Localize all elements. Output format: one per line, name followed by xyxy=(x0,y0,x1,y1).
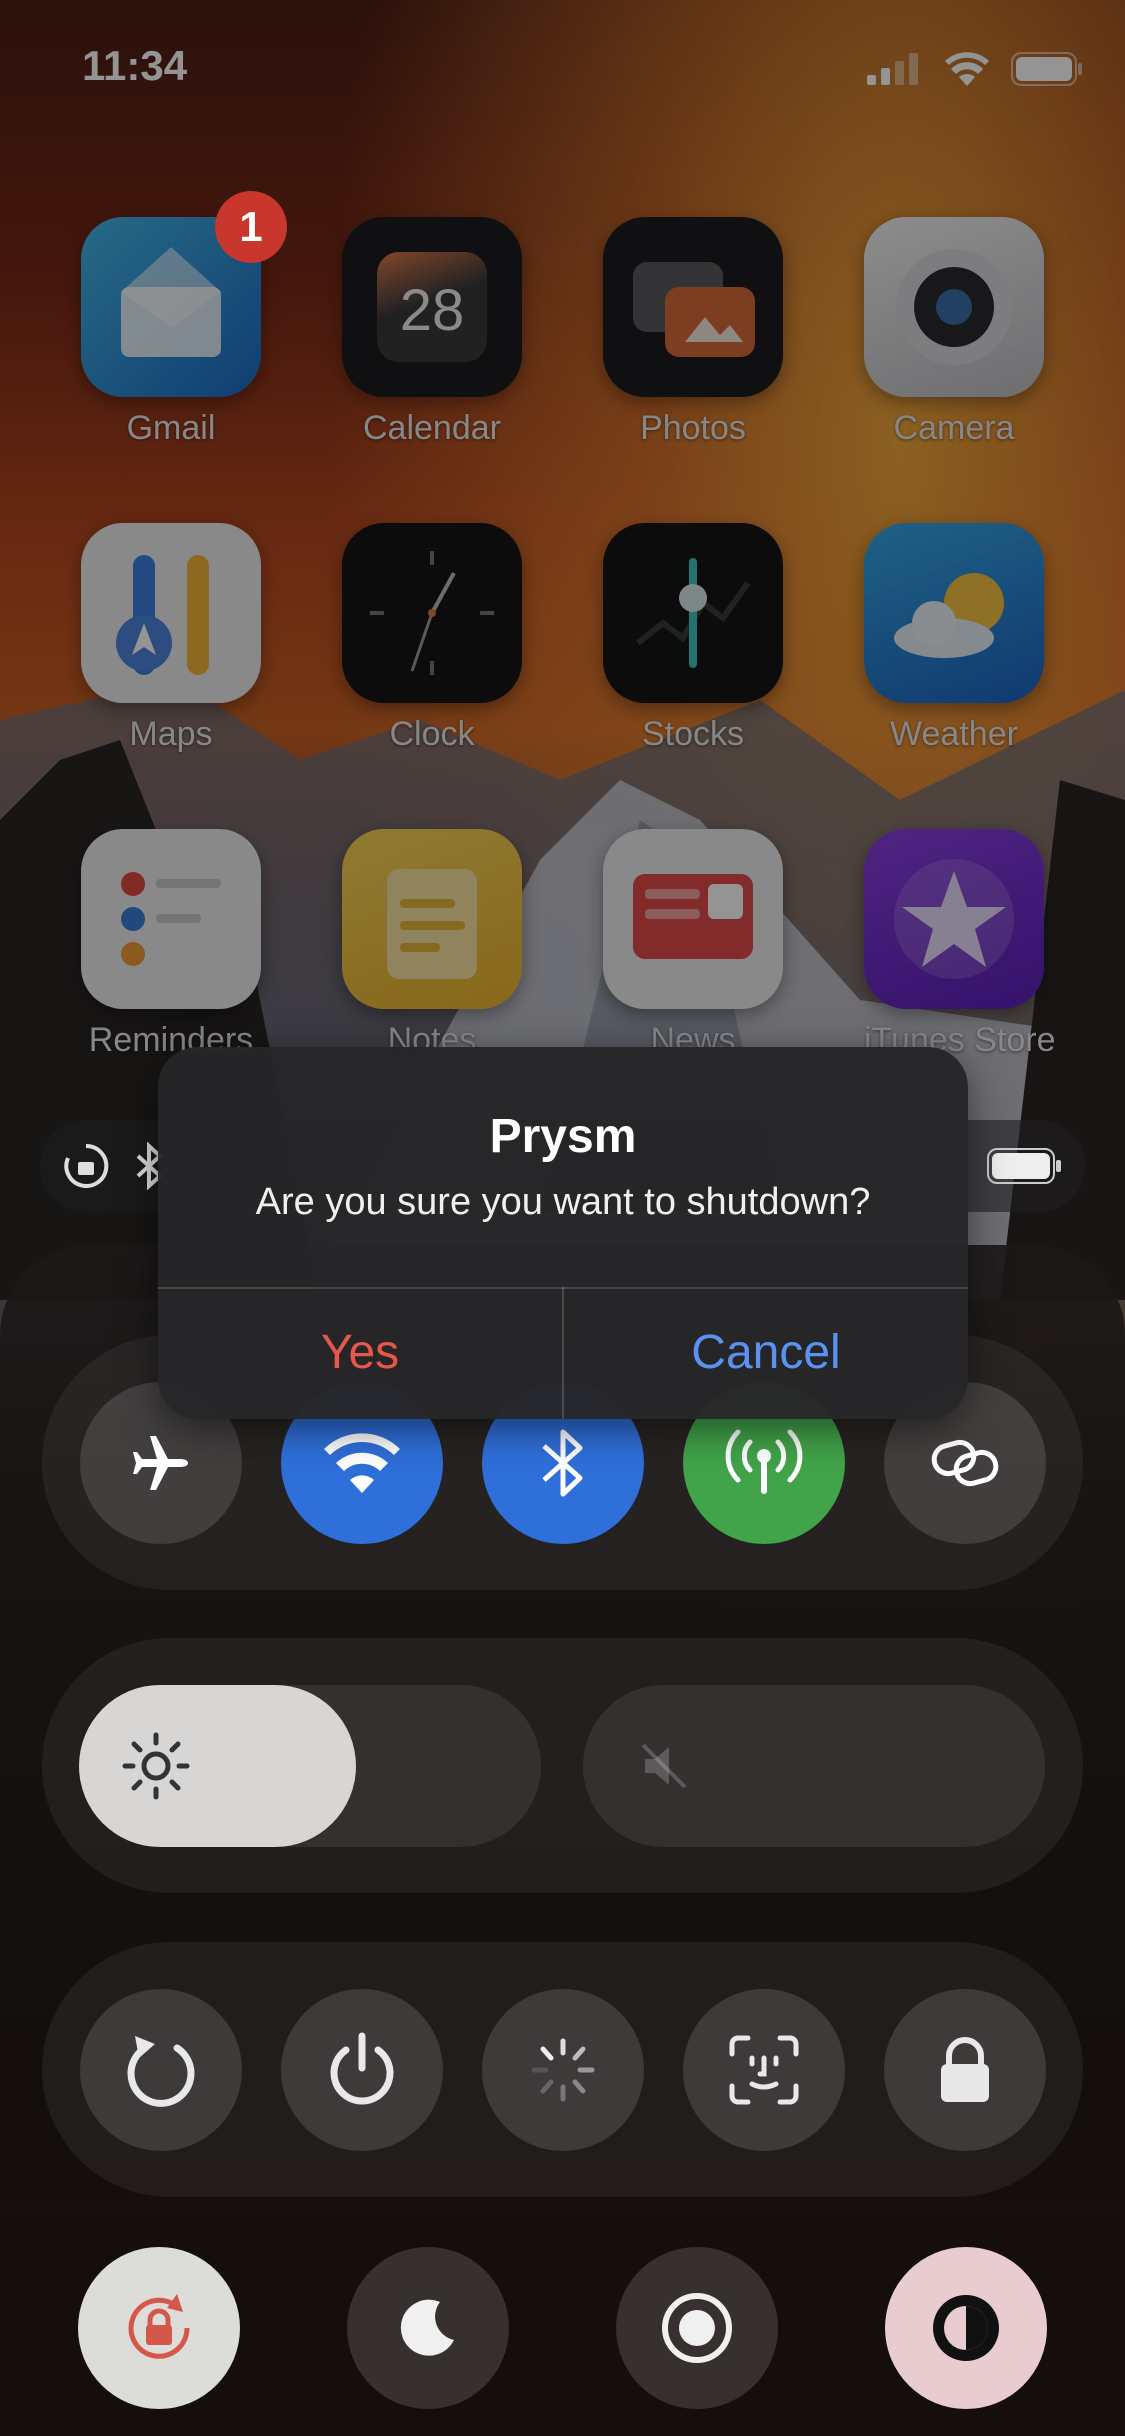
screen-record-toggle[interactable] xyxy=(616,2247,778,2409)
alert-message: Are you sure you want to shutdown? xyxy=(255,1181,871,1223)
sliders-group xyxy=(42,1638,1083,1893)
rotation-lock-icon xyxy=(128,2294,190,2359)
antenna-icon xyxy=(725,1429,803,1494)
alert-title: Prysm xyxy=(489,1110,637,1163)
restart-button[interactable] xyxy=(80,1989,242,2151)
face-id-icon xyxy=(729,2035,799,2105)
restart-icon xyxy=(127,2036,195,2107)
rotation-lock-toggle[interactable] xyxy=(78,2247,240,2409)
brightness-slider[interactable] xyxy=(79,1685,541,1847)
do-not-disturb-toggle[interactable] xyxy=(347,2247,509,2409)
power-icon xyxy=(330,2032,394,2105)
spinner-icon xyxy=(531,2038,595,2102)
cancel-button[interactable]: Cancel xyxy=(564,1287,968,1419)
orientation-lock-icon xyxy=(64,1143,109,1188)
control-center xyxy=(0,1245,1125,2436)
moon-icon xyxy=(400,2299,454,2356)
yes-button[interactable]: Yes xyxy=(158,1287,562,1419)
power-actions-group xyxy=(42,1942,1083,2197)
notification-badge: 1 xyxy=(215,191,287,263)
lock-icon xyxy=(941,2037,989,2102)
power-off-button[interactable] xyxy=(281,1989,443,2151)
shutdown-alert-dialog: Prysm Are you sure you want to shutdown?… xyxy=(158,1047,968,1419)
dark-mode-icon xyxy=(933,2295,999,2361)
bluetooth-icon xyxy=(542,1429,583,1497)
speaker-muted-icon xyxy=(641,1743,687,1789)
sun-icon xyxy=(122,1732,190,1800)
dark-mode-toggle[interactable] xyxy=(885,2247,1047,2409)
record-icon xyxy=(662,2293,732,2363)
volume-slider[interactable] xyxy=(583,1685,1045,1847)
lock-button[interactable] xyxy=(884,1989,1046,2151)
link-icon xyxy=(931,1439,999,1487)
airplane-icon xyxy=(133,1436,188,1490)
wifi-icon xyxy=(324,1433,400,1493)
respring-button[interactable] xyxy=(482,1989,644,2151)
battery-small-icon xyxy=(987,1148,1061,1184)
face-id-button[interactable] xyxy=(683,1989,845,2151)
